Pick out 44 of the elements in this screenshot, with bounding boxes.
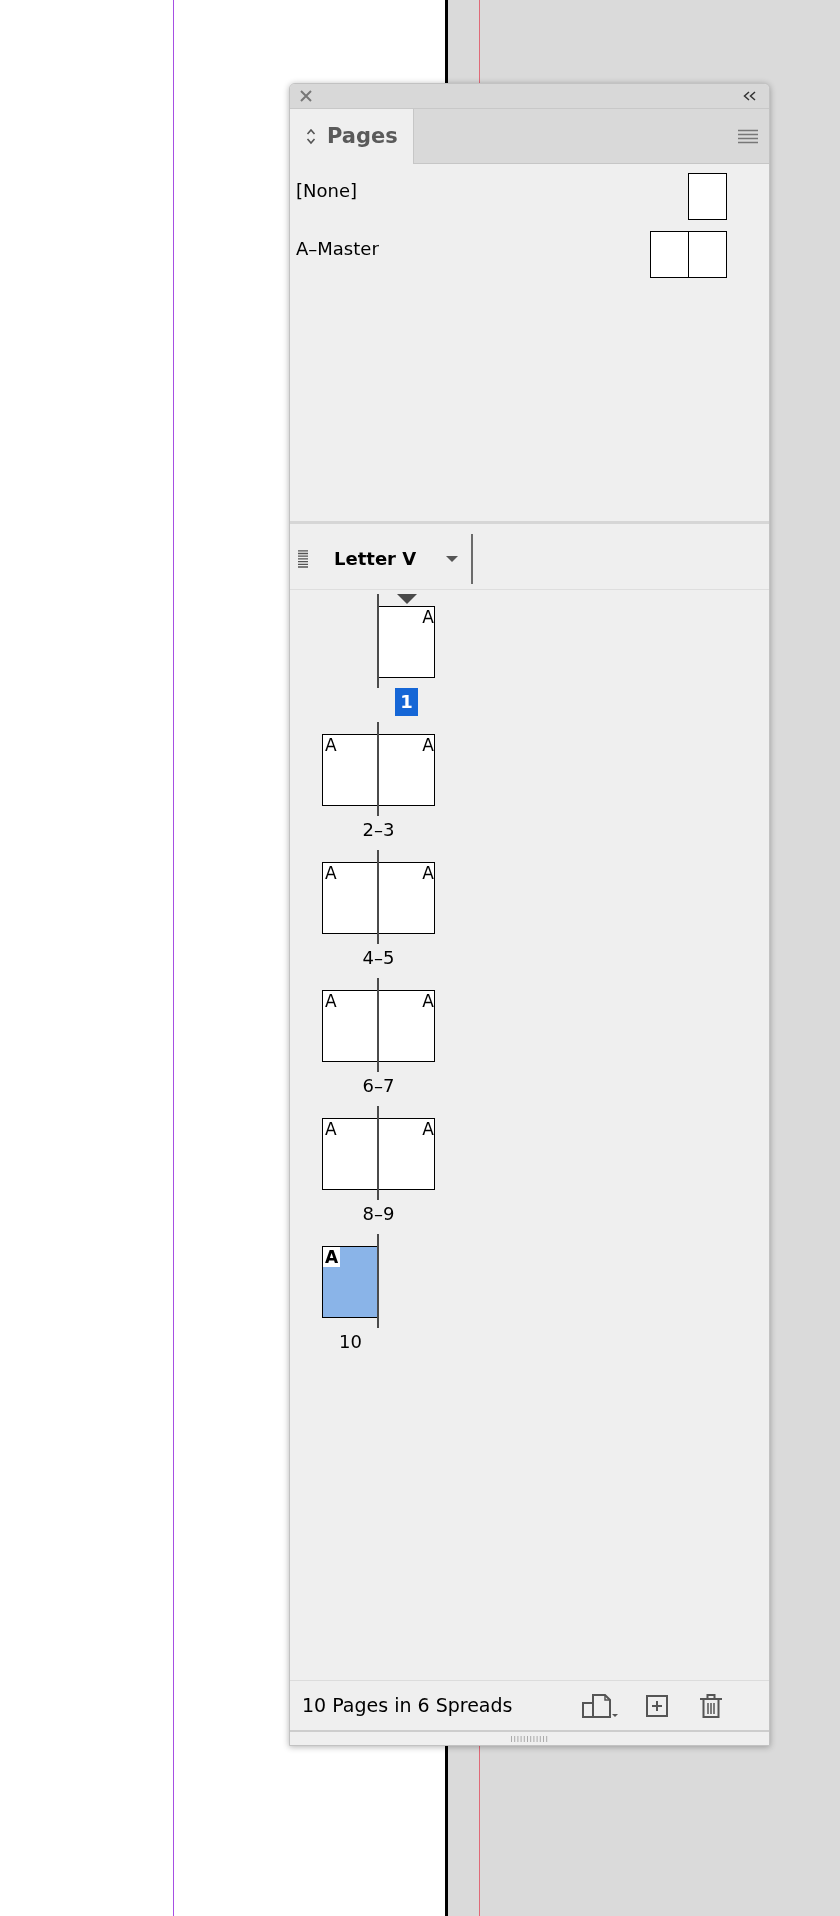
page-thumbnail[interactable]: A	[378, 862, 435, 934]
close-icon[interactable]	[300, 90, 312, 102]
master-prefix: A	[422, 1121, 434, 1138]
documents-icon[interactable]	[582, 1693, 618, 1718]
page-thumbnail[interactable]: A	[322, 1246, 379, 1318]
page-number[interactable]: 2–3	[362, 816, 395, 844]
page-thumbnail[interactable]: A	[378, 1118, 435, 1190]
up-down-chevron-icon	[306, 128, 316, 145]
page-thumbnail[interactable]: A	[322, 734, 379, 806]
master-prefix: A	[422, 993, 434, 1010]
master-name[interactable]: [None]	[296, 179, 357, 220]
panel-tab[interactable]: Pages	[290, 109, 414, 164]
page-thumbnail[interactable]: A	[378, 990, 435, 1062]
page-number[interactable]: 10	[339, 1328, 362, 1356]
page-number[interactable]: 1	[395, 688, 418, 716]
master-page-thumbnail[interactable]	[650, 231, 689, 278]
collapse-icon[interactable]	[743, 91, 756, 101]
page-thumbnail[interactable]: A	[378, 734, 435, 806]
master-prefix: A	[325, 865, 337, 882]
master-prefix: A	[325, 737, 337, 754]
panel-menu-icon[interactable]	[738, 128, 758, 144]
page-number[interactable]: 8–9	[362, 1200, 395, 1228]
master-prefix: A	[323, 1247, 341, 1267]
page-thumbnail[interactable]: A	[322, 990, 379, 1062]
page-size-dropdown[interactable]: Letter V	[334, 545, 459, 572]
master-prefix: A	[422, 865, 434, 882]
master-prefix: A	[325, 1121, 337, 1138]
master-prefix: A	[325, 993, 337, 1010]
plus-square-icon[interactable]	[646, 1694, 668, 1717]
page-thumbnail[interactable]: A	[322, 862, 379, 934]
master-page-thumbnail[interactable]	[688, 173, 727, 220]
list-icon[interactable]	[298, 549, 308, 568]
master-prefix: A	[422, 737, 434, 754]
page-thumbnail[interactable]: A	[378, 606, 435, 678]
master-prefix: A	[422, 609, 434, 626]
page-number[interactable]: 4–5	[362, 944, 395, 972]
resize-grip-icon[interactable]	[510, 1735, 549, 1742]
master-name[interactable]: A–Master	[296, 237, 379, 278]
page-number[interactable]: 6–7	[362, 1072, 395, 1100]
caret-icon	[446, 555, 459, 562]
page-thumbnail[interactable]: A	[322, 1118, 379, 1190]
trash-icon[interactable]	[700, 1693, 722, 1718]
master-page-thumbnail[interactable]	[688, 231, 727, 278]
page-count-status: 10 Pages in 6 Spreads	[302, 1693, 513, 1719]
